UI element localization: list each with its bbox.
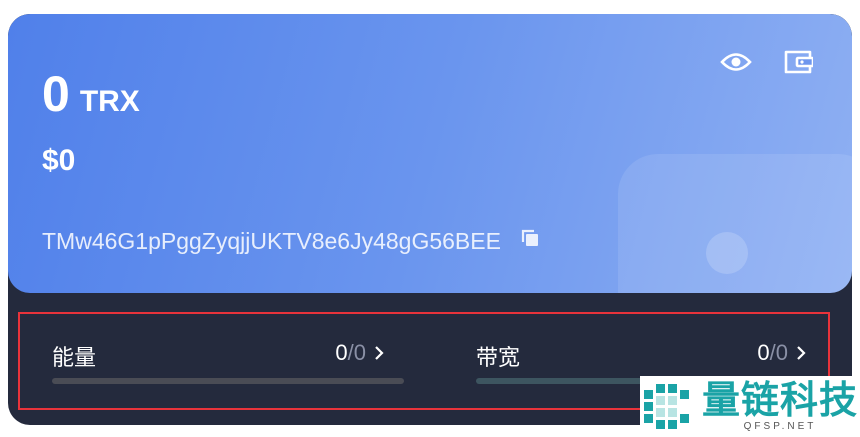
balance-card: 0 TRX $0 TMw46G1pPggZyqjjUKTV8e6Jy48gG56… — [8, 14, 852, 293]
chevron-right-icon — [797, 346, 806, 360]
energy-value: 0/0 — [335, 340, 384, 366]
watermark: 量链科技 QFSP.NET — [640, 376, 860, 437]
balance-amount: 0 — [42, 66, 70, 122]
watermark-text: 量链科技 QFSP.NET — [702, 381, 858, 432]
energy-progress-bar — [52, 378, 404, 384]
eye-icon[interactable] — [718, 44, 754, 80]
energy-used: 0 — [335, 340, 348, 365]
wallet-illustration-knob — [706, 232, 748, 274]
wallet-address-row[interactable]: TMw46G1pPggZyqjjUKTV8e6Jy48gG56BEE — [42, 227, 541, 255]
energy-label: 能量 — [52, 345, 97, 370]
energy-item[interactable]: 能量 0/0 — [42, 314, 404, 410]
bandwidth-label: 带宽 — [476, 345, 521, 370]
balance-unit: TRX — [79, 85, 140, 118]
watermark-name: 量链科技 — [702, 380, 859, 422]
wallet-address: TMw46G1pPggZyqjjUKTV8e6Jy48gG56BEE — [42, 227, 501, 254]
bandwidth-used: 0 — [757, 340, 770, 365]
fiat-balance: $0 — [42, 144, 76, 177]
energy-total: 0 — [353, 340, 366, 365]
balance: 0 TRX — [42, 66, 140, 122]
bandwidth-total: 0 — [775, 340, 788, 365]
watermark-site: QFSP.NET — [743, 421, 817, 432]
wallet-icon[interactable] — [780, 44, 816, 80]
copy-icon[interactable] — [519, 227, 541, 255]
watermark-logo-icon — [644, 383, 689, 429]
bandwidth-value: 0/0 — [757, 340, 806, 366]
chevron-right-icon — [375, 346, 384, 360]
wallet-card: 0 TRX $0 TMw46G1pPggZyqjjUKTV8e6Jy48gG56… — [8, 14, 852, 425]
